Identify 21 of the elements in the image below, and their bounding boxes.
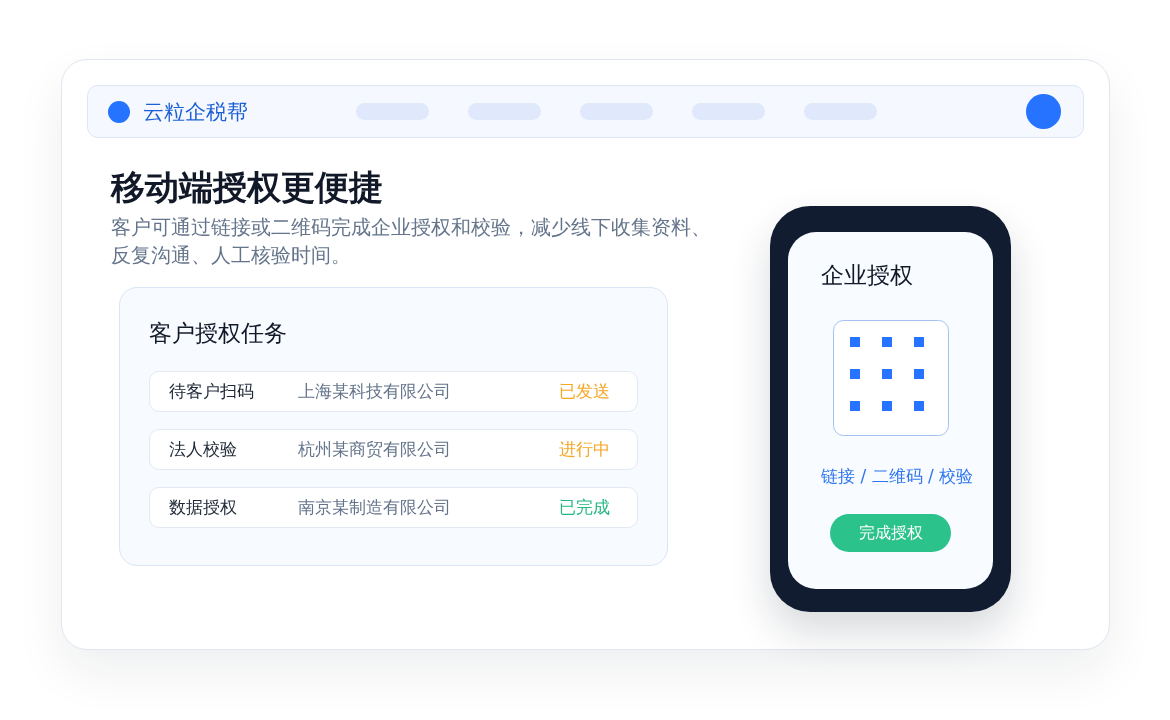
logo-dot-icon xyxy=(108,100,130,123)
phone-title: 企业授权 xyxy=(821,261,913,290)
task-row[interactable]: 数据授权 南京某制造有限公司 已完成 xyxy=(149,487,638,528)
task-row[interactable]: 法人校验 杭州某商贸有限公司 进行中 xyxy=(149,429,638,470)
method-caption: 链接 / 二维码 / 校验 xyxy=(821,465,974,488)
task-status: 进行中 xyxy=(559,438,610,461)
dot-grid-icon xyxy=(832,320,949,436)
task-name: 待客户扫码 xyxy=(169,380,255,403)
panel-title: 客户授权任务 xyxy=(149,319,287,348)
task-name: 法人校验 xyxy=(169,438,238,461)
task-status: 已发送 xyxy=(559,380,610,403)
hero-description: 客户可通过链接或二维码完成企业授权和校验，减少线下收集资料、反复沟通、人工核验时间。 xyxy=(111,214,712,269)
task-name: 数据授权 xyxy=(169,496,238,519)
hero-title: 移动端授权更便捷 xyxy=(111,166,383,209)
avatar-icon[interactable] xyxy=(1026,94,1061,129)
task-status: 已完成 xyxy=(559,496,610,519)
task-row[interactable]: 待客户扫码 上海某科技有限公司 已发送 xyxy=(149,371,638,412)
company-name: 南京某制造有限公司 xyxy=(298,496,452,519)
brand-name: 云粒企税帮 xyxy=(143,98,248,126)
company-name: 杭州某商贸有限公司 xyxy=(298,438,452,461)
company-name: 上海某科技有限公司 xyxy=(298,380,452,403)
